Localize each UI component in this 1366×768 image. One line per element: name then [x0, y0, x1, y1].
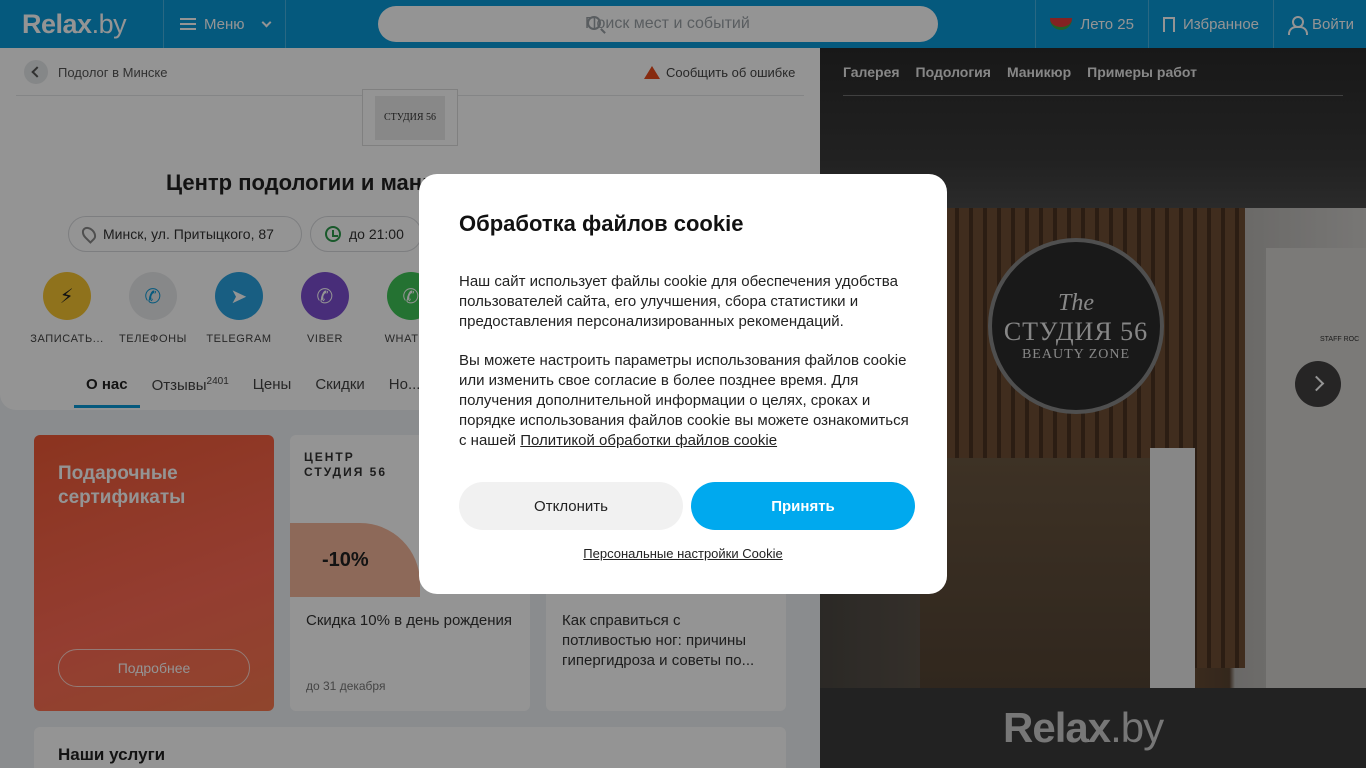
cookie-settings-link[interactable]: Персональные настройки Cookie	[419, 546, 947, 561]
cookie-modal-title: Обработка файлов cookie	[459, 211, 744, 236]
accept-button[interactable]: Принять	[691, 482, 915, 530]
cookie-paragraph-2: Вы можете настроить параметры использова…	[459, 351, 911, 451]
decline-button[interactable]: Отклонить	[459, 482, 683, 530]
cookie-paragraph-1: Наш сайт использует файлы cookie для обе…	[459, 273, 898, 330]
cookie-policy-link[interactable]: Политикой обработки файлов cookie	[520, 432, 777, 449]
cookie-modal: Обработка файлов cookie Наш сайт использ…	[419, 174, 947, 594]
